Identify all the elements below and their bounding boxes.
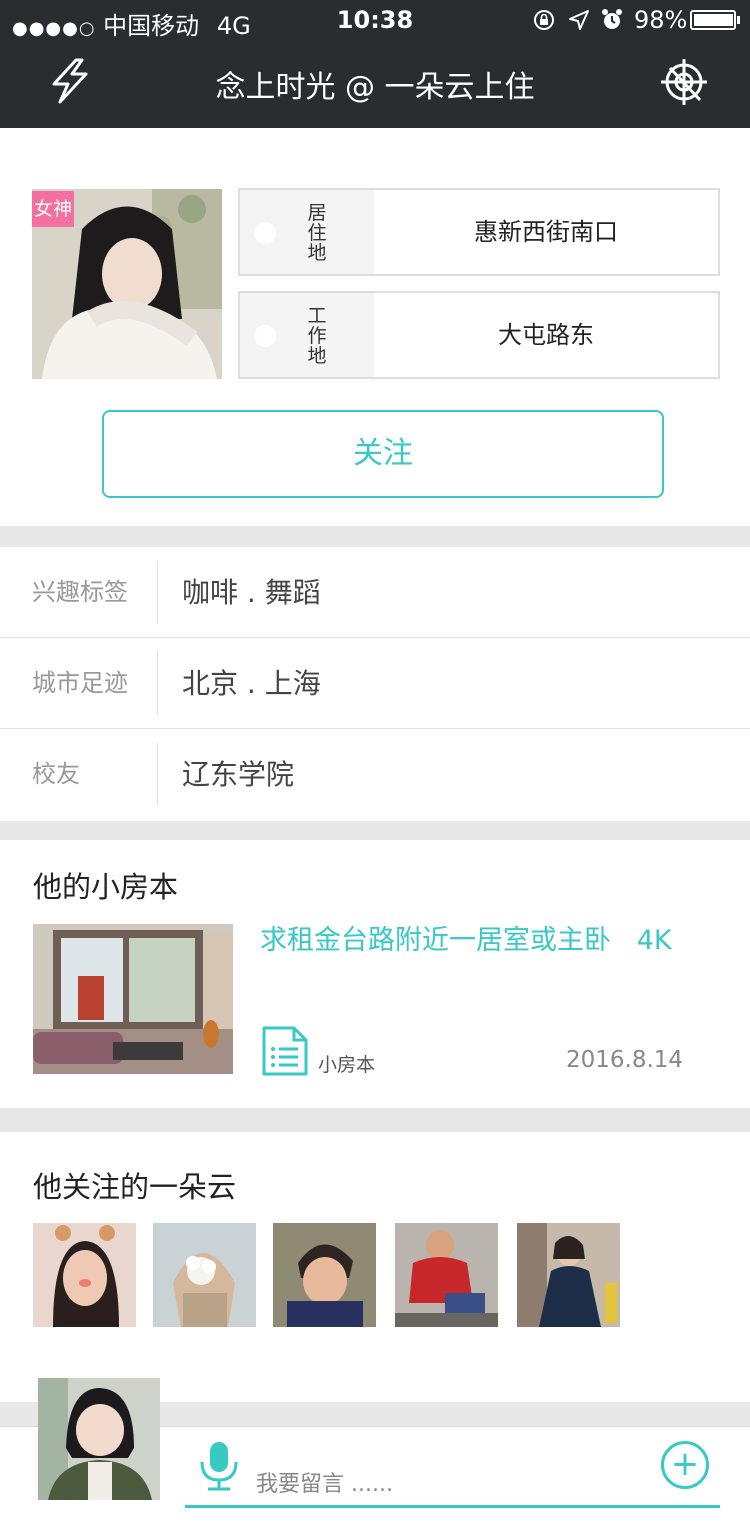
house-post-title[interactable]: 求租金台路附近一居室或主卧 4K	[260, 918, 672, 957]
divider	[157, 561, 158, 624]
info-row-cities[interactable]: 城市足迹 北京 . 上海	[0, 638, 750, 729]
input-underline	[185, 1505, 720, 1508]
add-button[interactable]: +	[661, 1441, 709, 1489]
residence-row: 居住地 惠新西街南口	[238, 188, 720, 276]
battery-icon	[690, 10, 736, 30]
workplace-value: 大屯路东	[498, 321, 594, 349]
following-avatar[interactable]	[33, 1223, 136, 1327]
nav-bar: 念上时光 @ 一朵云上住	[0, 40, 750, 128]
microphone-icon[interactable]	[196, 1440, 242, 1492]
section-title-following: 他关注的一朵云	[33, 1170, 237, 1204]
following-avatar[interactable]	[517, 1223, 620, 1327]
divider	[157, 652, 158, 715]
page-title: 念上时光 @ 一朵云上住	[215, 70, 535, 105]
message-input[interactable]: 我要留言 ......	[256, 1466, 393, 1498]
battery-percent: 98%	[634, 6, 688, 34]
radio-dot[interactable]	[254, 222, 276, 244]
house-note-date: 2016.8.14	[566, 1047, 684, 1073]
document-icon	[262, 1026, 308, 1076]
status-bar: ●●●●○ 中国移动 4G 10:38 98%	[0, 0, 750, 40]
rotation-lock-icon	[534, 10, 554, 30]
residence-value: 惠新西街南口	[474, 218, 618, 246]
residence-label: 居住地	[307, 202, 327, 264]
house-note-tag: 小房本	[318, 1054, 376, 1076]
info-row-interests[interactable]: 兴趣标签 咖啡 . 舞蹈	[0, 547, 750, 638]
info-key: 校友	[32, 760, 80, 788]
following-avatar[interactable]	[273, 1223, 376, 1327]
info-key: 兴趣标签	[32, 578, 128, 606]
workplace-label: 工作地	[307, 305, 327, 367]
radio-dot[interactable]	[254, 325, 276, 347]
following-avatar[interactable]	[395, 1223, 498, 1327]
goddess-badge: 女神	[32, 191, 74, 227]
location-arrow-icon	[569, 10, 589, 30]
info-key: 城市足迹	[32, 669, 128, 697]
battery-tip	[737, 16, 740, 24]
alarm-icon	[602, 9, 622, 29]
follow-button[interactable]: 关注	[102, 410, 664, 498]
info-row-alumni[interactable]: 校友 辽东学院	[0, 729, 750, 820]
info-value: 北京 . 上海	[182, 667, 321, 700]
info-list: 兴趣标签 咖啡 . 舞蹈 城市足迹 北京 . 上海 校友 辽东学院	[0, 547, 750, 821]
my-avatar[interactable]	[38, 1378, 160, 1500]
divider	[157, 743, 158, 806]
info-value: 辽东学院	[182, 758, 295, 791]
house-photo[interactable]	[33, 924, 233, 1074]
section-title-house-note: 他的小房本	[33, 870, 179, 904]
workplace-row: 工作地 大屯路东	[238, 291, 720, 379]
target-icon[interactable]	[660, 58, 708, 106]
following-avatar[interactable]	[153, 1223, 256, 1327]
info-value: 咖啡 . 舞蹈	[182, 576, 321, 609]
